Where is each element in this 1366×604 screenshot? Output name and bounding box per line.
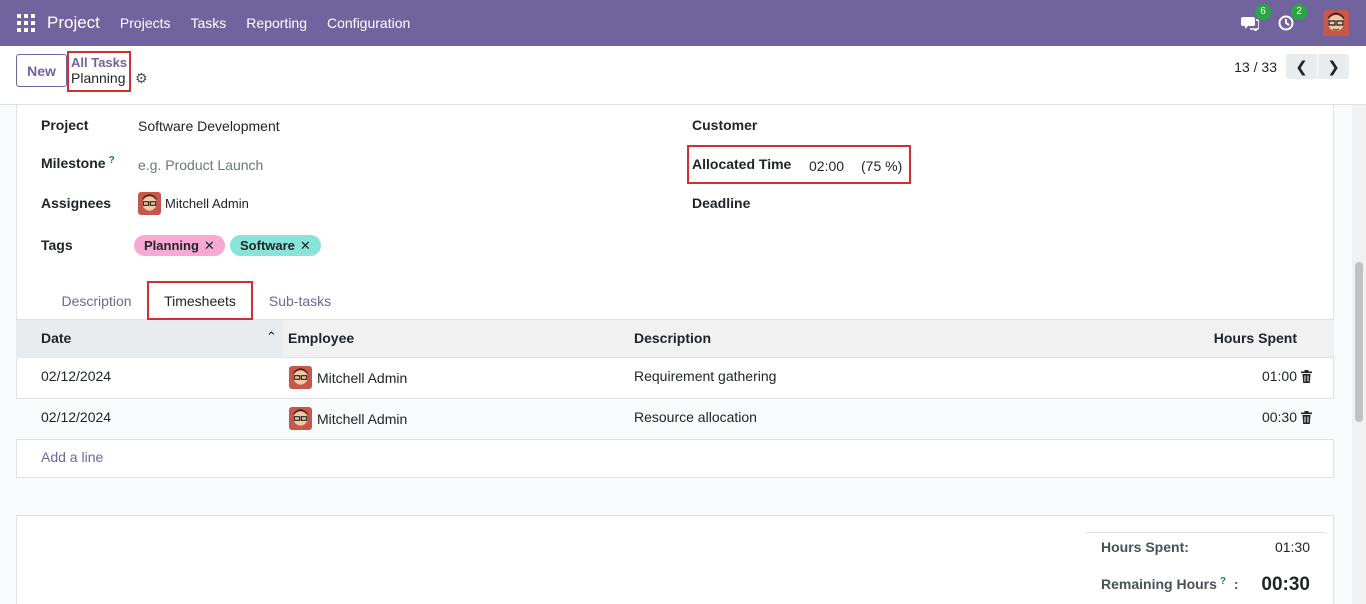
trash-icon[interactable] [1301, 370, 1312, 386]
menu-tasks[interactable]: Tasks [191, 15, 227, 31]
avatar [289, 366, 312, 389]
tags-label: Tags [41, 237, 73, 253]
row-hours: 01:00 [1261, 368, 1297, 384]
tab-sub-tasks[interactable]: Sub-tasks [260, 281, 340, 320]
column-date[interactable]: Date [41, 330, 71, 346]
activities-badge: 2 [1291, 4, 1307, 20]
notebook-tabs: Description Timesheets Sub-tasks [16, 281, 1334, 320]
tag-label: Software [240, 238, 295, 253]
pager-value[interactable]: 13 / 33 [1234, 59, 1277, 75]
row-hours: 00:30 [1261, 409, 1297, 425]
breadcrumb-all-tasks[interactable]: All Tasks [71, 55, 127, 70]
table-footer [16, 477, 1334, 516]
remaining-hours-value: 00:30 [1261, 574, 1310, 595]
row-employee: Mitchell Admin [289, 407, 407, 430]
control-panel: New All Tasks Planning ⚙ 13 / 33 ❮ ❯ [0, 46, 1366, 105]
messages-badge: 6 [1255, 4, 1271, 20]
breadcrumb-current: Planning [71, 70, 126, 86]
new-button[interactable]: New [16, 54, 67, 87]
row-date: 02/12/2024 [41, 409, 112, 425]
remaining-colon: : [1233, 576, 1239, 592]
avatar [138, 192, 161, 215]
milestone-field[interactable]: e.g. Product Launch [138, 157, 263, 173]
close-icon[interactable]: ✕ [204, 238, 215, 254]
allocated-percent: (75 %) [861, 158, 903, 174]
tag-label: Planning [144, 238, 199, 253]
customer-label: Customer [692, 117, 758, 133]
assignees-label: Assignees [41, 195, 112, 211]
scrollbar[interactable] [1352, 105, 1366, 604]
row-description: Requirement gathering [634, 368, 777, 384]
column-description[interactable]: Description [634, 330, 711, 346]
chevron-right-icon: ❯ [1327, 58, 1340, 76]
totals-divider [1086, 532, 1326, 533]
row-employee: Mitchell Admin [289, 366, 407, 389]
milestone-label-text: Milestone [41, 155, 106, 171]
menu-configuration[interactable]: Configuration [327, 15, 410, 31]
hours-spent-value: 01:30 [1274, 539, 1310, 555]
messages-icon[interactable]: 6 [1239, 4, 1271, 34]
activities-icon[interactable]: 2 [1275, 4, 1307, 34]
employee-name: Mitchell Admin [317, 410, 408, 427]
remaining-hours-label-text: Remaining Hours [1101, 576, 1217, 592]
column-employee[interactable]: Employee [288, 330, 354, 346]
menu-projects[interactable]: Projects [120, 15, 171, 31]
employee-name: Mitchell Admin [317, 369, 408, 386]
gear-icon[interactable]: ⚙ [135, 70, 148, 87]
tag-software: Software ✕ [230, 235, 321, 256]
row-description: Resource allocation [634, 409, 757, 425]
deadline-label: Deadline [692, 195, 751, 211]
avatar [289, 407, 312, 430]
tab-timesheets[interactable]: Timesheets [147, 281, 253, 320]
add-a-line-link[interactable]: Add a line [41, 449, 103, 465]
top-navbar: Project Projects Tasks Reporting Configu… [0, 0, 1366, 46]
tag-planning: Planning ✕ [134, 235, 225, 256]
milestone-label: Milestone? [41, 155, 115, 171]
table-row[interactable]: 02/12/2024 Mitchell Admin Resource alloc… [16, 399, 1334, 440]
remaining-help-icon[interactable]: ? [1220, 576, 1226, 587]
table-row[interactable]: 02/12/2024 Mitchell Admin Requirement ga… [16, 358, 1334, 399]
menu-reporting[interactable]: Reporting [246, 15, 307, 31]
allocated-time-field[interactable]: 02:00 [809, 158, 844, 174]
tab-description[interactable]: Description [44, 281, 149, 320]
pager-previous-button[interactable]: ❮ [1286, 54, 1317, 79]
hours-spent-label: Hours Spent: [1101, 539, 1189, 555]
milestone-help-icon[interactable]: ? [109, 155, 115, 166]
timesheet-table-header: Date ⌃ Employee Description Hours Spent [16, 320, 1334, 358]
sort-ascending-icon: ⌃ [266, 329, 277, 344]
allocated-time-label: Allocated Time [692, 156, 792, 172]
pager-next-button[interactable]: ❯ [1318, 54, 1349, 79]
assignees-field[interactable]: Mitchell Admin [138, 192, 249, 215]
trash-icon[interactable] [1301, 411, 1312, 427]
app-brand[interactable]: Project [47, 13, 100, 33]
user-avatar[interactable] [1323, 10, 1349, 36]
project-field[interactable]: Software Development [138, 118, 280, 134]
row-date: 02/12/2024 [41, 368, 112, 384]
assignee-name: Mitchell Admin [165, 196, 249, 211]
close-icon[interactable]: ✕ [300, 238, 311, 254]
apps-menu-icon[interactable] [17, 14, 35, 32]
chevron-left-icon: ❮ [1295, 58, 1308, 76]
project-label: Project [41, 117, 89, 133]
remaining-hours-label: Remaining Hours? : [1101, 576, 1239, 592]
column-hours-spent[interactable]: Hours Spent [1214, 330, 1297, 346]
